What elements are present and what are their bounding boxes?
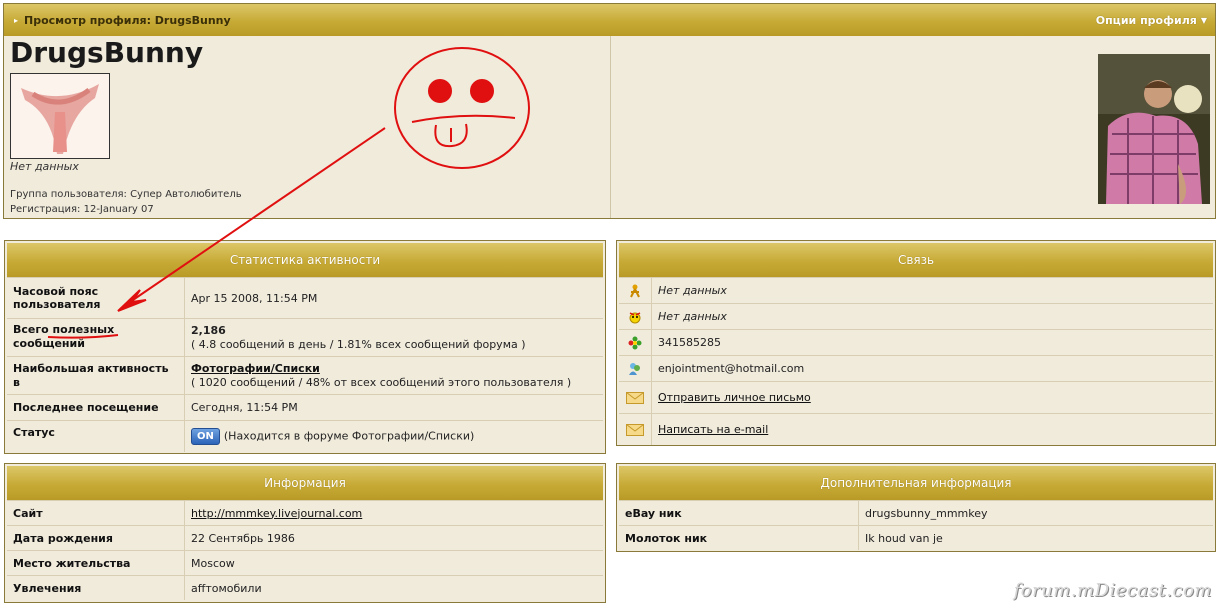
table-row: Последнее посещение Сегодня, 11:54 PM (7, 394, 603, 420)
birthday-label: Дата рождения (7, 526, 185, 550)
status-value: (Находится в форуме Фотографии/Списки) (223, 429, 475, 443)
send-pm-link[interactable]: Отправить личное письмо (658, 391, 811, 404)
table-row: Нет данных (619, 303, 1213, 329)
info-panel: Информация Сайт http://mmmkey.livejourna… (4, 463, 606, 603)
contact-title: Связь (619, 243, 1213, 277)
site-link[interactable]: http://mmmkey.livejournal.com (191, 507, 362, 520)
molotok-value: Ik houd van je (865, 531, 943, 545)
send-email-link[interactable]: Написать на e-mail (658, 423, 768, 436)
most-active-label: Наибольшая активность в (7, 357, 185, 394)
interests-label: Увлечения (7, 576, 185, 600)
profile-options-label: Опции профиля (1095, 13, 1197, 27)
chevron-down-icon: ▼ (1200, 15, 1207, 25)
msn-icon (619, 356, 652, 381)
bullet-icon: ▸ (14, 15, 19, 25)
table-row: enjointment@hotmail.com (619, 355, 1213, 381)
table-row: Увлечения affтомобили (7, 575, 603, 600)
table-row: Написать на e-mail (619, 413, 1213, 445)
profile-info-column: DrugsBunny Нет данных Группа пользовател… (4, 36, 611, 218)
site-label: Сайт (7, 501, 185, 525)
location-value: Moscow (191, 556, 235, 570)
icq-value: 341585285 (658, 336, 721, 349)
molotok-label: Молоток ник (619, 526, 859, 550)
table-row: Молоток ник Ik houd van je (619, 525, 1213, 550)
table-row: Отправить личное письмо (619, 381, 1213, 413)
table-row: Дата рождения 22 Сентябрь 1986 (7, 525, 603, 550)
username: DrugsBunny (10, 36, 204, 69)
table-row: Часовой пояс пользователя Apr 15 2008, 1… (7, 277, 603, 318)
total-posts-sub: ( 4.8 сообщений в день / 1.81% всех сооб… (191, 337, 526, 351)
table-row: Статус ON (Находится в форуме Фотографии/… (7, 420, 603, 452)
msn-value: enjointment@hotmail.com (658, 362, 805, 375)
table-row: 341585285 (619, 329, 1213, 355)
table-row: Сайт http://mmmkey.livejournal.com (7, 500, 603, 525)
aim-value: Нет данных (658, 284, 727, 297)
timezone-label: Часовой пояс пользователя (7, 278, 185, 318)
user-group: Группа пользователя: Супер Автолюбитель (10, 189, 242, 200)
avatar (10, 73, 110, 159)
most-active-forum-link[interactable]: Фотографии/Списки (191, 362, 320, 375)
extra-info-title: Дополнительная информация (619, 466, 1213, 500)
envelope-icon (619, 382, 652, 413)
total-posts-label: Всего полезных сообщений (7, 319, 185, 356)
info-title: Информация (7, 466, 603, 500)
table-row: Наибольшая активность в Фотографии/Списк… (7, 356, 603, 394)
online-status-badge: ON (191, 428, 220, 445)
ebay-label: eBay ник (619, 501, 859, 525)
activity-stats-title: Статистика активности (7, 243, 603, 277)
total-posts-label-c: сообщений (13, 337, 85, 350)
extra-info-panel: Дополнительная информация eBay ник drugs… (616, 463, 1216, 552)
total-posts-label-a: Всего (13, 323, 53, 336)
activity-stats-panel: Статистика активности Часовой пояс польз… (4, 240, 606, 454)
aim-icon (619, 278, 652, 303)
avatar-caption: Нет данных (10, 160, 79, 173)
profile-header-bar: ▸ Просмотр профиля: DrugsBunny Опции проф… (4, 4, 1215, 36)
profile-panel: ▸ Просмотр профиля: DrugsBunny Опции проф… (3, 3, 1216, 219)
yahoo-icon (619, 304, 652, 329)
status-label: Статус (7, 421, 185, 452)
user-photo (1098, 54, 1210, 204)
timezone-value: Apr 15 2008, 11:54 PM (191, 291, 318, 305)
yahoo-value: Нет данных (658, 310, 727, 323)
profile-bar-title: Просмотр профиля: DrugsBunny (24, 13, 231, 27)
location-label: Место жительства (7, 551, 185, 575)
envelope-icon (619, 414, 652, 445)
total-posts-value: 2,186 (191, 323, 226, 337)
last-visit-value: Сегодня, 11:54 PM (191, 401, 298, 414)
table-row: Нет данных (619, 277, 1213, 303)
table-row: eBay ник drugsbunny_mmmkey (619, 500, 1213, 525)
birthday-value: 22 Сентябрь 1986 (191, 531, 295, 545)
total-posts-label-highlight: полезных (52, 323, 115, 336)
icq-flower-icon (619, 330, 652, 355)
interests-value: affтомобили (191, 581, 262, 595)
contact-panel: Связь Нет данных Нет данных 341585285 en… (616, 240, 1216, 446)
last-visit-label: Последнее посещение (7, 395, 185, 420)
ebay-value: drugsbunny_mmmkey (865, 506, 988, 520)
table-row: Место жительства Moscow (7, 550, 603, 575)
profile-options-button[interactable]: Опции профиля ▼ (1096, 14, 1207, 27)
most-active-sub: ( 1020 сообщений / 48% от всех сообщений… (191, 375, 572, 389)
table-row: Всего полезных сообщений 2,186( 4.8 сообщ… (7, 318, 603, 356)
registration-date: Регистрация: 12-January 07 (10, 204, 154, 215)
watermark: forum.mDiecast.com (1013, 580, 1212, 601)
